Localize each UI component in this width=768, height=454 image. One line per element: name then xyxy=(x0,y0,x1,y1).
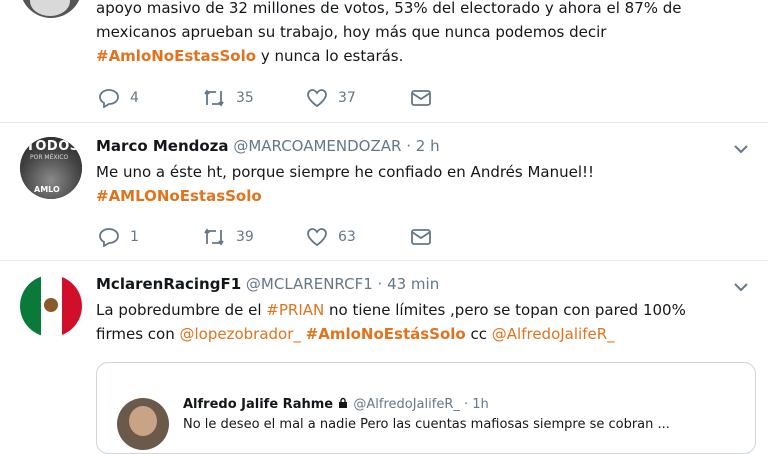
direct-message-button[interactable] xyxy=(410,225,432,249)
tweet-header: Marco Mendoza @MARCOAMENDOZAR · 2 h xyxy=(96,136,440,156)
avatar-bottom-text: AMLO xyxy=(34,185,60,194)
heart-icon xyxy=(307,89,327,108)
avatar[interactable]: TODOS POR MÉXICO AMLO xyxy=(20,137,82,199)
direct-message-button[interactable] xyxy=(410,86,432,110)
chevron-down-icon[interactable] xyxy=(732,278,750,296)
tweet-text: y nunca lo estarás. xyxy=(256,47,404,65)
reply-button[interactable]: 4 xyxy=(98,86,139,110)
lock-icon xyxy=(339,397,348,408)
quoted-user-handle[interactable]: @AlfredoJalifeR_ xyxy=(353,397,459,412)
tweet-text: firmes con xyxy=(96,325,180,343)
user-name[interactable]: MclarenRacingF1 xyxy=(96,275,241,293)
tweet-text-line: apoyo masivo de 32 millones de votos, 53… xyxy=(96,0,682,17)
user-name[interactable]: Marco Mendoza xyxy=(96,137,229,155)
envelope-icon xyxy=(411,229,431,245)
timestamp[interactable]: 2 h xyxy=(416,137,440,155)
hashtag-link[interactable]: #PRIAN xyxy=(266,301,324,319)
user-handle[interactable]: @MCLARENRCF1 xyxy=(246,275,373,293)
like-count: 37 xyxy=(338,90,356,106)
chevron-down-icon[interactable] xyxy=(732,140,750,158)
timestamp[interactable]: 43 min xyxy=(387,275,439,293)
avatar-subtext: POR MÉXICO xyxy=(30,154,69,161)
like-button[interactable]: 37 xyxy=(306,86,356,110)
like-count: 63 xyxy=(338,229,356,245)
like-button[interactable]: 63 xyxy=(306,225,356,249)
tweet-text: La pobredumbre de el xyxy=(96,301,267,319)
avatar[interactable] xyxy=(20,275,82,337)
tweet-2[interactable]: TODOS POR MÉXICO AMLO Marco Mendoza @MAR… xyxy=(0,122,768,261)
retweet-button[interactable]: 35 xyxy=(202,86,254,110)
tweet-text: cc xyxy=(465,325,492,343)
separator: · xyxy=(459,397,473,412)
heart-icon xyxy=(307,228,327,247)
quoted-tweet-header: Alfredo Jalife Rahme @AlfredoJalifeR_ · … xyxy=(183,397,489,412)
avatar[interactable] xyxy=(20,0,82,18)
tweet-text-line: #AMLONoEstasSolo xyxy=(96,186,262,206)
retweet-count: 35 xyxy=(236,90,254,106)
quoted-user-name[interactable]: Alfredo Jalife Rahme xyxy=(183,397,333,412)
reply-icon xyxy=(99,228,119,247)
avatar[interactable] xyxy=(117,398,169,450)
tweet-text-line: La pobredumbre de el #PRIAN no tiene lím… xyxy=(96,300,686,320)
quoted-tweet[interactable]: Alfredo Jalife Rahme @AlfredoJalifeR_ · … xyxy=(96,362,756,454)
retweet-count: 39 xyxy=(236,229,254,245)
separator: · xyxy=(401,137,416,155)
eagle-emblem-icon xyxy=(44,298,58,312)
tweet-text-line: firmes con @lopezobrador_ #AmloNoEstásSo… xyxy=(96,324,615,344)
tweet-text: Me uno a éste ht, porque siempre he conf… xyxy=(96,163,595,181)
tweet-text-line: #AmloNoEstasSolo y nunca lo estarás. xyxy=(96,46,403,66)
tweet-header: MclarenRacingF1 @MCLARENRCF1 · 43 min xyxy=(96,274,439,294)
envelope-icon xyxy=(411,90,431,106)
separator: · xyxy=(372,275,388,293)
avatar-text: TODOS xyxy=(26,139,80,154)
tweet-text-line: mexicanos aprueban su trabajo, hoy más q… xyxy=(96,23,607,41)
mention-link[interactable]: @AlfredoJalifeR_ xyxy=(492,325,615,343)
reply-icon xyxy=(99,89,119,108)
reply-button[interactable]: 1 xyxy=(98,225,139,249)
tweet-1[interactable]: apoyo masivo de 32 millones de votos, 53… xyxy=(0,0,768,123)
retweet-icon xyxy=(204,89,224,107)
hashtag-link[interactable]: #AMLONoEstasSolo xyxy=(96,187,262,205)
tweet-text: no tiene límites ,pero se topan con pare… xyxy=(324,301,686,319)
quoted-tweet-text: No le deseo el mal a nadie Pero las cuen… xyxy=(183,417,670,432)
reply-count: 1 xyxy=(130,229,139,245)
user-handle[interactable]: @MARCOAMENDOZAR xyxy=(233,137,401,155)
reply-count: 4 xyxy=(130,90,139,106)
hashtag-link[interactable]: #AmloNoEstásSolo xyxy=(306,325,466,343)
mention-link[interactable]: @lopezobrador_ xyxy=(179,325,300,343)
quoted-timestamp[interactable]: 1h xyxy=(472,397,489,412)
retweet-button[interactable]: 39 xyxy=(202,225,254,249)
hashtag-link[interactable]: #AmloNoEstasSolo xyxy=(96,47,256,65)
retweet-icon xyxy=(204,228,224,246)
